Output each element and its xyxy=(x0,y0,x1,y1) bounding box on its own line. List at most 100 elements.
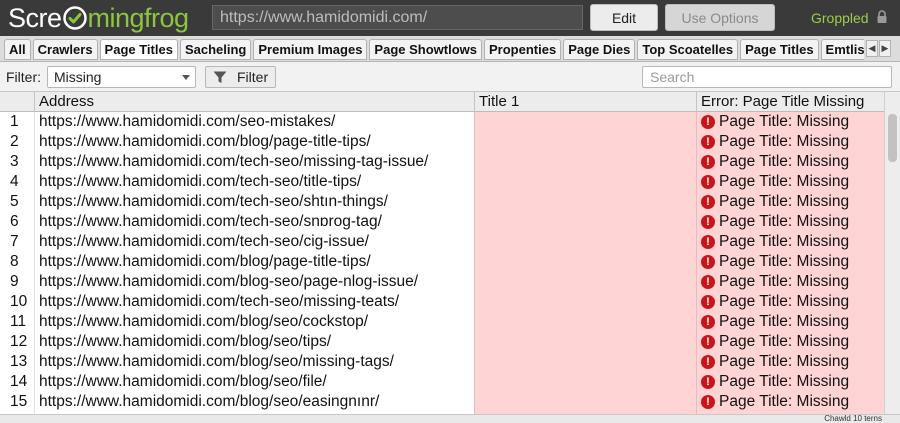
address-cell[interactable]: https://www.hamidomidi.com/tech-seo/miss… xyxy=(34,152,474,172)
error-cell[interactable]: ! Page Title: Missing xyxy=(696,192,884,212)
table-row[interactable]: 10 https://www.hamidomidi.com/tech-seo/mi… xyxy=(0,292,884,312)
address-cell[interactable]: https://www.hamidomidi.com/tech-seo/shtı… xyxy=(34,192,474,212)
row-number: 2 xyxy=(0,132,34,152)
error-cell[interactable]: ! Page Title: Missing xyxy=(696,232,884,252)
title-cell[interactable] xyxy=(474,332,696,352)
edit-button[interactable]: Edit xyxy=(590,4,658,31)
table-row[interactable]: 6 https://www.hamidomidi.com/tech-seo/snɒ… xyxy=(0,212,884,232)
tab-page-showtlows[interactable]: Page Showtlows xyxy=(369,39,482,60)
url-input[interactable]: https://www.hamidomidi.com/ xyxy=(212,5,583,30)
table-row[interactable]: 13 https://www.hamidomidi.com/blog/seo/mi… xyxy=(0,352,884,372)
column-header-title[interactable]: Title 1 xyxy=(474,92,696,112)
vertical-scrollbar[interactable] xyxy=(884,92,900,423)
tab-all[interactable]: All xyxy=(4,39,31,60)
scrollbar-thumb[interactable] xyxy=(888,114,897,162)
column-header-address[interactable]: Address xyxy=(34,92,474,112)
title-cell[interactable] xyxy=(474,172,696,192)
error-icon: ! xyxy=(701,295,715,309)
error-cell[interactable]: ! Page Title: Missing xyxy=(696,312,884,332)
use-options-button[interactable]: Use Options xyxy=(665,4,775,31)
tab-propenties[interactable]: Propenties xyxy=(484,39,562,60)
title-cell[interactable] xyxy=(474,252,696,272)
row-number: 3 xyxy=(0,152,34,172)
error-text: Page Title: Missing xyxy=(719,373,850,390)
row-number: 11 xyxy=(0,312,34,332)
error-cell[interactable]: ! Page Title: Missing xyxy=(696,372,884,392)
tab-crawlers[interactable]: Crawlers xyxy=(32,39,98,60)
error-cell[interactable]: ! Page Title: Missing xyxy=(696,212,884,232)
error-cell[interactable]: ! Page Title: Missing xyxy=(696,332,884,352)
error-cell[interactable]: ! Page Title: Missing xyxy=(696,112,884,132)
title-cell[interactable] xyxy=(474,192,696,212)
error-icon: ! xyxy=(701,335,715,349)
table-row[interactable]: 15 https://www.hamidomidi.com/blog/seo/ea… xyxy=(0,392,884,412)
address-cell[interactable]: https://www.hamidomidi.com/blog/seo/miss… xyxy=(34,352,474,372)
address-cell[interactable]: https://www.hamidomidi.com/seo-mistakes/ xyxy=(34,112,474,132)
table-row[interactable]: 12 https://www.hamidomidi.com/blog/seo/ti… xyxy=(0,332,884,352)
row-number: 6 xyxy=(0,212,34,232)
table-row[interactable]: 7 https://www.hamidomidi.com/tech-seo/cig… xyxy=(0,232,884,252)
title-cell[interactable] xyxy=(474,392,696,412)
results-table: Address Title 1 Error: Page Title Missin… xyxy=(0,92,884,423)
address-cell[interactable]: https://www.hamidomidi.com/blog-seo/page… xyxy=(34,272,474,292)
table-row[interactable]: 3 https://www.hamidomidi.com/tech-seo/mis… xyxy=(0,152,884,172)
error-cell[interactable]: ! Page Title: Missing xyxy=(696,132,884,152)
table-row[interactable]: 5 https://www.hamidomidi.com/tech-seo/sht… xyxy=(0,192,884,212)
title-cell[interactable] xyxy=(474,212,696,232)
tab-premium-images[interactable]: Premium Images xyxy=(253,39,368,60)
error-icon: ! xyxy=(701,155,715,169)
error-icon: ! xyxy=(701,255,715,269)
address-cell[interactable]: https://www.hamidomidi.com/tech-seo/titl… xyxy=(34,172,474,192)
error-cell[interactable]: ! Page Title: Missing xyxy=(696,172,884,192)
error-cell[interactable]: ! Page Title: Missing xyxy=(696,292,884,312)
tab-scroll-right-icon[interactable]: ▶ xyxy=(879,40,891,57)
address-cell[interactable]: https://www.hamidomidi.com/blog/seo/tips… xyxy=(34,332,474,352)
error-text: Page Title: Missing xyxy=(719,353,850,370)
table-row[interactable]: 2 https://www.hamidomidi.com/blog/page-ti… xyxy=(0,132,884,152)
tab-page-titles[interactable]: Page Titles xyxy=(99,39,178,60)
tab-page-titles[interactable]: Page Titles xyxy=(740,39,819,60)
title-cell[interactable] xyxy=(474,152,696,172)
address-cell[interactable]: https://www.hamidomidi.com/tech-seo/miss… xyxy=(34,292,474,312)
mode-label: Groppled xyxy=(811,10,869,26)
title-cell[interactable] xyxy=(474,372,696,392)
address-cell[interactable]: https://www.hamidomidi.com/blog/seo/cock… xyxy=(34,312,474,332)
table-row[interactable]: 14 https://www.hamidomidi.com/blog/seo/fi… xyxy=(0,372,884,392)
title-cell[interactable] xyxy=(474,292,696,312)
title-cell[interactable] xyxy=(474,112,696,132)
tab-scroll-left-icon[interactable]: ◀ xyxy=(866,40,878,57)
table-row[interactable]: 8 https://www.hamidomidi.com/blog/page-ti… xyxy=(0,252,884,272)
filter-button[interactable]: Filter xyxy=(205,66,276,88)
error-cell[interactable]: ! Page Title: Missing xyxy=(696,352,884,372)
error-cell[interactable]: ! Page Title: Missing xyxy=(696,252,884,272)
address-cell[interactable]: https://www.hamidomidi.com/tech-seo/cig-… xyxy=(34,232,474,252)
tab-page-dies[interactable]: Page Dies xyxy=(563,39,636,60)
table-row[interactable]: 9 https://www.hamidomidi.com/blog-seo/pag… xyxy=(0,272,884,292)
address-cell[interactable]: https://www.hamidomidi.com/blog/seo/easi… xyxy=(34,392,474,412)
search-input[interactable] xyxy=(642,66,892,88)
address-cell[interactable]: https://www.hamidomidi.com/tech-seo/snɒr… xyxy=(34,212,474,232)
title-cell[interactable] xyxy=(474,312,696,332)
title-cell[interactable] xyxy=(474,232,696,252)
table-row[interactable]: 11 https://www.hamidomidi.com/blog/seo/co… xyxy=(0,312,884,332)
error-cell[interactable]: ! Page Title: Missing xyxy=(696,152,884,172)
title-cell[interactable] xyxy=(474,132,696,152)
error-text: Page Title: Missing xyxy=(719,253,850,270)
address-cell[interactable]: https://www.hamidomidi.com/blog/seo/file… xyxy=(34,372,474,392)
row-number: 12 xyxy=(0,332,34,352)
column-header-error[interactable]: Error: Page Title Missing xyxy=(696,92,884,112)
tab-sacheling[interactable]: Sacheling xyxy=(179,39,252,60)
address-cell[interactable]: https://www.hamidomidi.com/blog/page-tit… xyxy=(34,252,474,272)
title-cell[interactable] xyxy=(474,272,696,292)
tab-top-scoatelles[interactable]: Top Scoatelles xyxy=(637,39,739,60)
address-cell[interactable]: https://www.hamidomidi.com/blog/page-tit… xyxy=(34,132,474,152)
error-icon: ! xyxy=(701,135,715,149)
error-cell[interactable]: ! Page Title: Missing xyxy=(696,272,884,292)
table-row[interactable]: 4 https://www.hamidomidi.com/tech-seo/tit… xyxy=(0,172,884,192)
title-cell[interactable] xyxy=(474,352,696,372)
tab-emtlished[interactable]: Emtlished xyxy=(820,39,864,60)
error-cell[interactable]: ! Page Title: Missing xyxy=(696,392,884,412)
error-icon: ! xyxy=(701,195,715,209)
table-row[interactable]: 1 https://www.hamidomidi.com/seo-mistakes… xyxy=(0,112,884,132)
filter-select[interactable]: Missing xyxy=(47,66,196,88)
